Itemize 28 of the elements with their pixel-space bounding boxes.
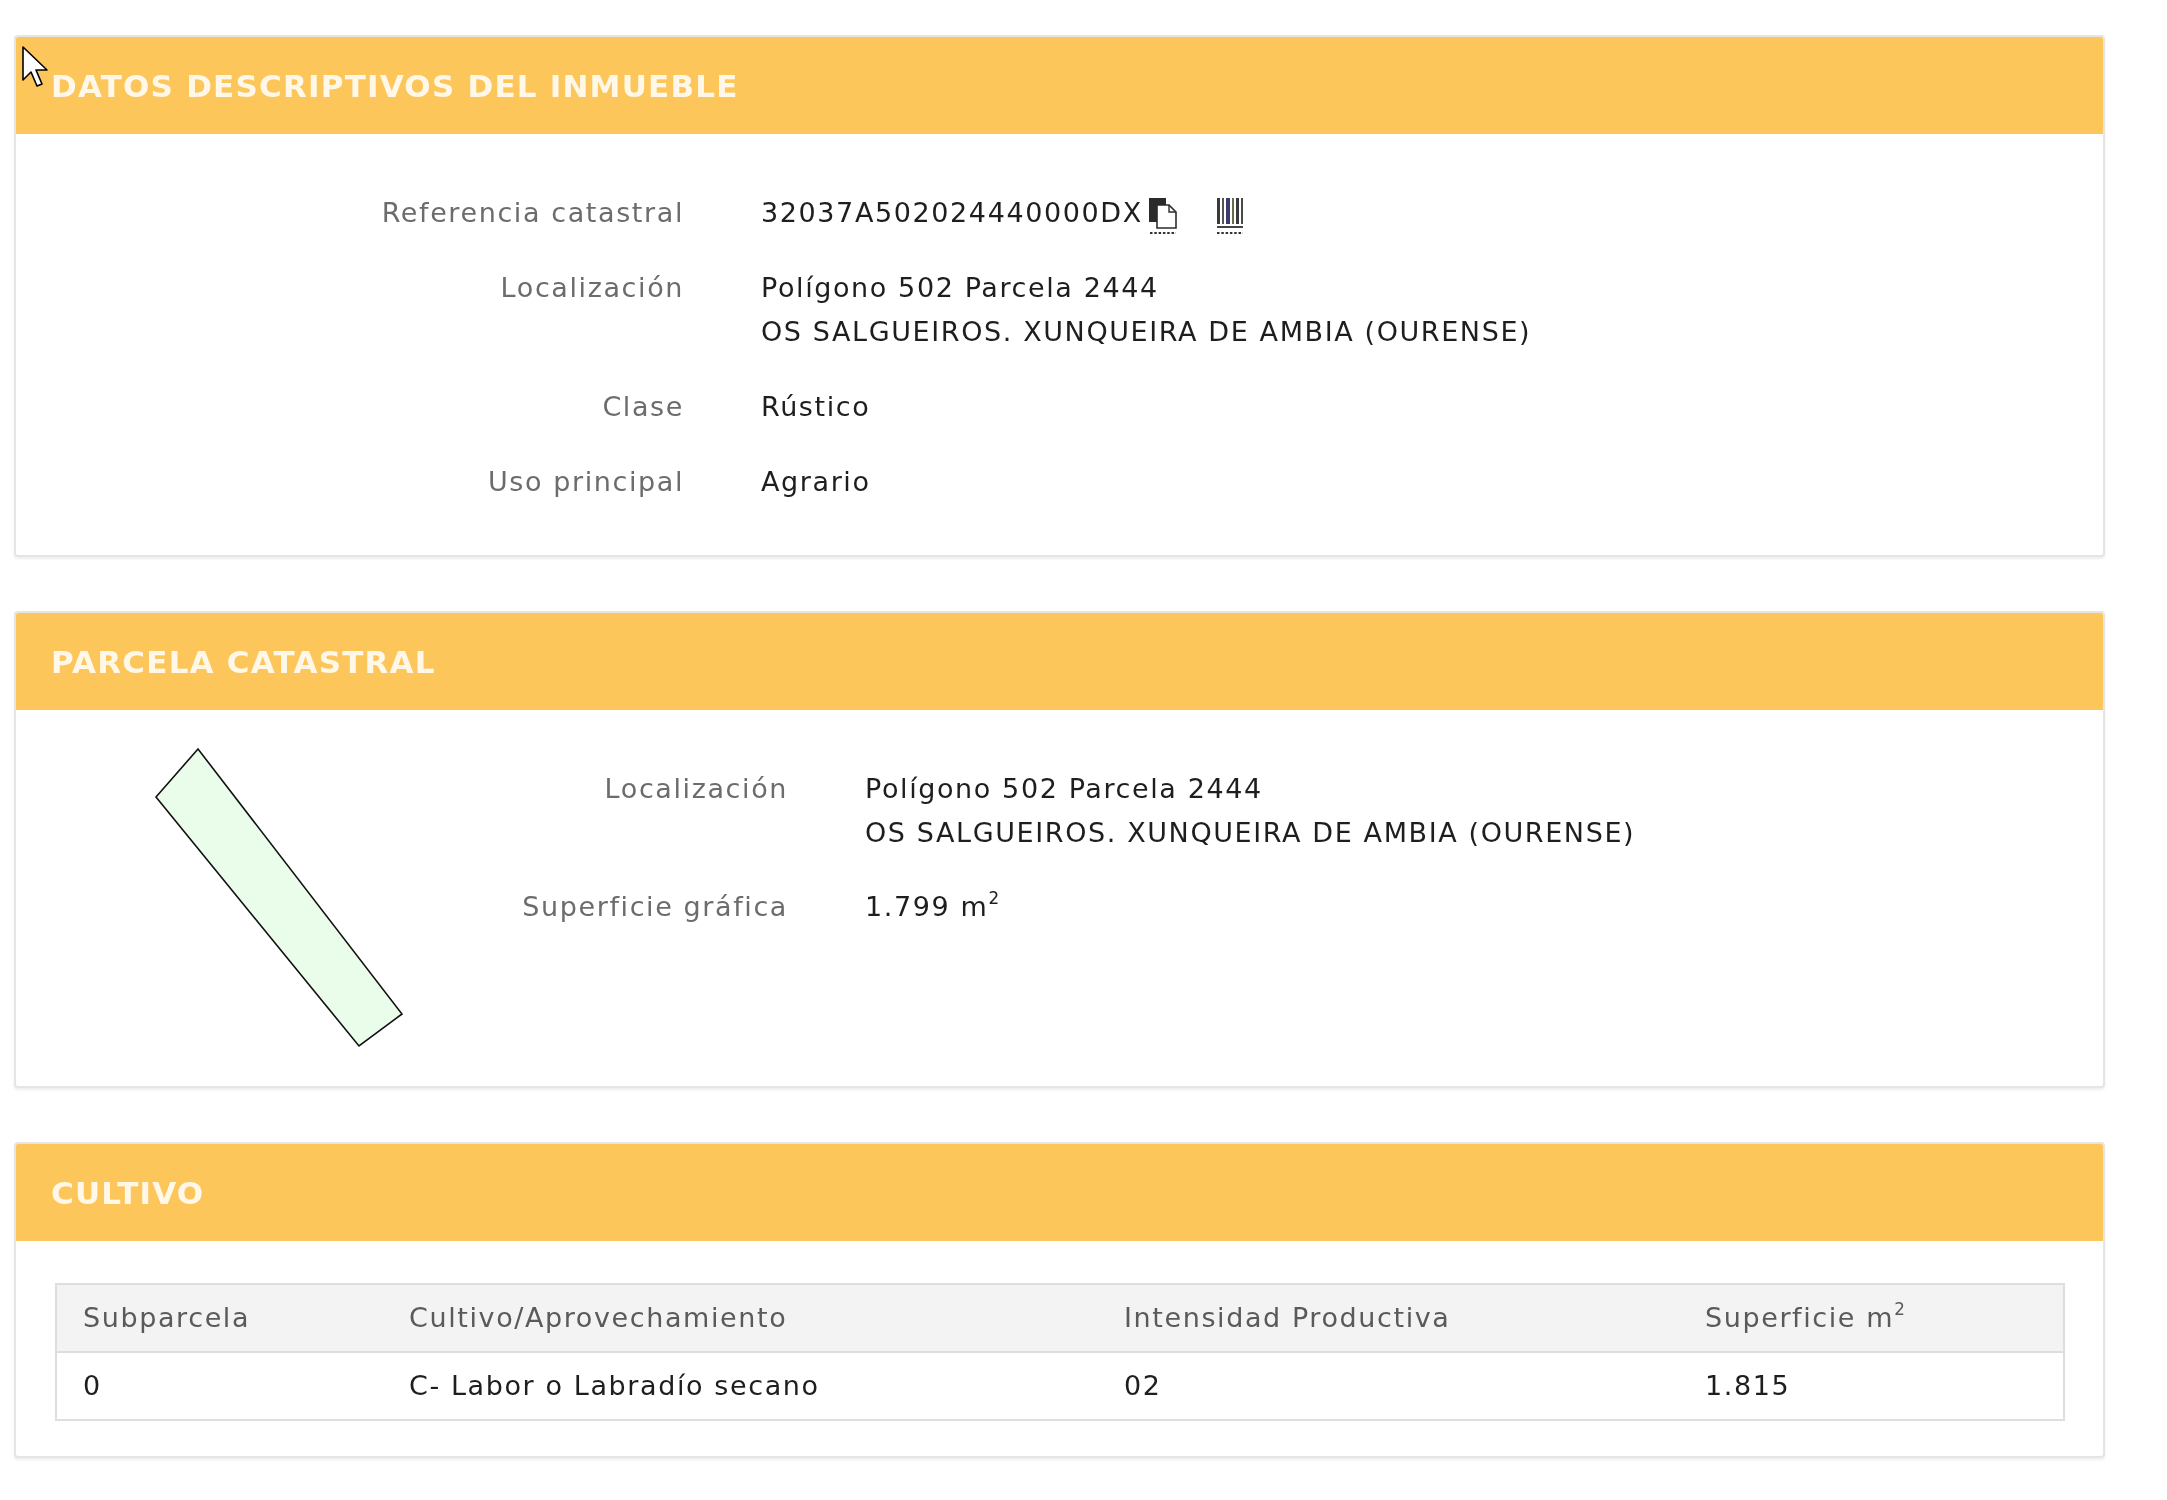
field-label: Localización xyxy=(604,772,788,806)
field-label: Referencia catastral xyxy=(381,196,684,230)
column-header: Cultivo/Aprovechamiento xyxy=(408,1301,789,1335)
field-value: Agrario xyxy=(761,465,871,499)
column-header: Intensidad Productiva xyxy=(1123,1301,1452,1335)
table-cell-text: C- Labor o Labradío secano xyxy=(408,1369,821,1403)
table-cell-text: 02 xyxy=(1123,1369,1163,1403)
field-label: Localización xyxy=(500,271,684,305)
field-value: 32037A502024440000DX xyxy=(761,196,1143,230)
column-header: Superficie m$^{2}$ xyxy=(1704,1298,1908,1335)
field-value: OS SALGUEIROS. XUNQUEIRA DE AMBIA (OURENSE) xyxy=(761,315,1532,349)
section-title: DATOS DESCRIPTIVOS DEL INMUEBLE xyxy=(51,67,739,104)
field-value: OS SALGUEIROS. XUNQUEIRA DE AMBIA (OURENSE) xyxy=(865,816,1636,850)
copy-icon[interactable] xyxy=(1148,197,1177,235)
section-title: PARCELA CATASTRAL xyxy=(51,643,436,680)
section-title: CULTIVO xyxy=(51,1174,205,1211)
barcode-icon[interactable] xyxy=(1216,197,1243,235)
field-value: Polígono 502 Parcela 2444 xyxy=(761,271,1159,305)
field-label: Superficie gráfica xyxy=(522,890,788,924)
field-value: Rústico xyxy=(761,390,871,424)
field-value: 1.799 m$^{2}$ xyxy=(865,887,1001,924)
cursor-icon xyxy=(22,46,48,88)
field-label: Uso principal xyxy=(487,465,684,499)
field-value: Polígono 502 Parcela 2444 xyxy=(865,772,1263,806)
column-header: Subparcela xyxy=(82,1301,252,1335)
table-cell-text: 1.815 xyxy=(1704,1369,1792,1403)
table-cell-text: 0 xyxy=(82,1369,103,1403)
field-label: Clase xyxy=(602,390,684,424)
